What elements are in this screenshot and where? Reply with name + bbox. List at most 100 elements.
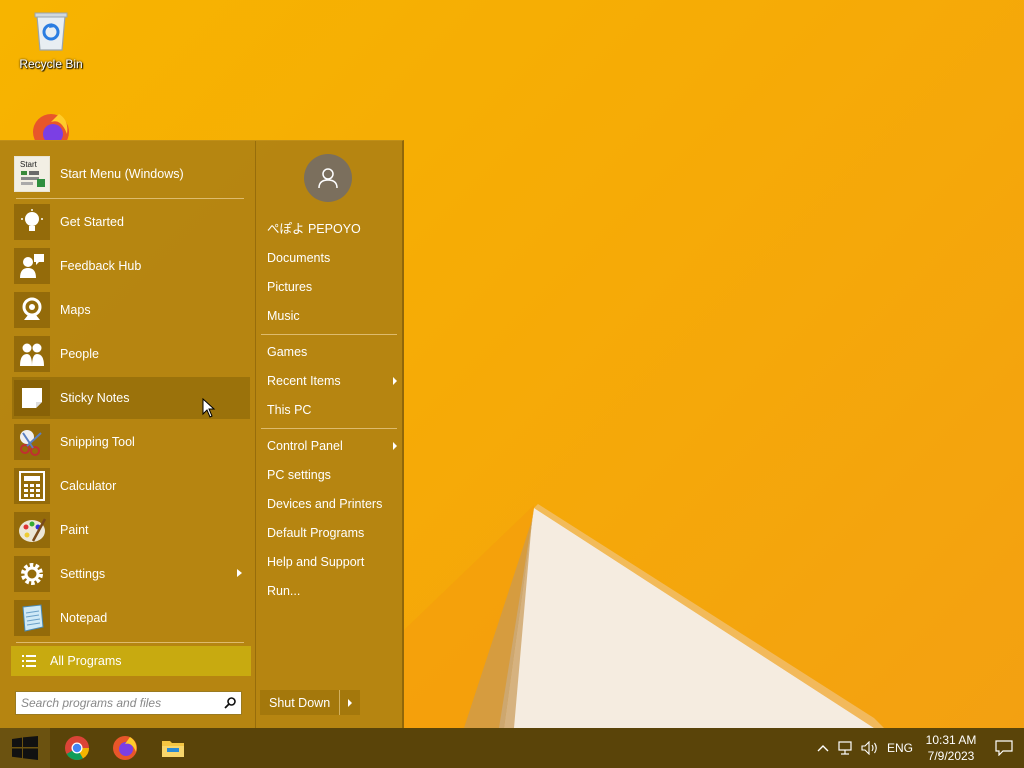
app-item-maps[interactable]: Maps xyxy=(12,289,250,331)
app-label: Settings xyxy=(60,567,106,581)
start-menu-programs-column: Start Start Menu (Windows) Get Started F… xyxy=(0,141,254,729)
clock: 10:31 AM 7/9/2023 xyxy=(920,732,982,764)
user-name-link[interactable]: ぺぽよ PEPOYO xyxy=(267,218,397,240)
app-item-people[interactable]: People xyxy=(12,333,250,375)
control-panel-label: Control Panel xyxy=(267,439,343,453)
gear-icon xyxy=(14,556,50,592)
app-label: Sticky Notes xyxy=(60,391,130,405)
action-center-button[interactable] xyxy=(984,728,1024,768)
app-item-paint[interactable]: Paint xyxy=(12,509,250,551)
wallpaper-shape xyxy=(404,400,1024,728)
chevron-up-icon xyxy=(817,744,829,752)
desktop-icon-recycle-bin[interactable]: Recycle Bin xyxy=(13,8,89,71)
all-programs-label: All Programs xyxy=(50,654,122,668)
calculator-icon xyxy=(14,468,50,504)
separator xyxy=(261,334,397,335)
recent-items-label: Recent Items xyxy=(267,374,341,388)
pc-settings-label: PC settings xyxy=(267,468,331,482)
palette-icon xyxy=(14,512,50,548)
firefox-icon xyxy=(112,735,138,761)
default-programs-label: Default Programs xyxy=(267,526,365,540)
recent-items-link[interactable]: Recent Items xyxy=(267,370,397,392)
input-language-button[interactable]: ENG xyxy=(882,728,918,768)
app-label: Get Started xyxy=(60,215,124,229)
start-menu-pinned-label: Start Menu (Windows) xyxy=(60,167,184,181)
notepad-icon xyxy=(14,600,50,636)
default-programs-link[interactable]: Default Programs xyxy=(267,522,397,544)
music-link[interactable]: Music xyxy=(267,305,397,327)
map-pin-icon xyxy=(14,292,50,328)
show-hidden-icons-button[interactable] xyxy=(812,728,834,768)
desktop-icon-label: Recycle Bin xyxy=(19,57,83,71)
devices-and-printers-link[interactable]: Devices and Printers xyxy=(267,493,397,515)
app-label: Notepad xyxy=(60,611,108,625)
games-link[interactable]: Games xyxy=(267,341,397,363)
search-icon[interactable] xyxy=(219,692,241,714)
start-menu-pinned-item[interactable]: Start Start Menu (Windows) xyxy=(12,153,250,195)
app-item-calculator[interactable]: Calculator xyxy=(12,465,250,507)
svg-text:Start: Start xyxy=(20,160,38,169)
clock-button[interactable]: 10:31 AM 7/9/2023 xyxy=(918,728,984,768)
app-item-feedback-hub[interactable]: Feedback Hub xyxy=(12,245,250,287)
separator xyxy=(16,198,244,199)
devices-and-printers-label: Devices and Printers xyxy=(267,497,383,511)
documents-link[interactable]: Documents xyxy=(267,247,397,269)
submenu-arrow-icon xyxy=(237,569,242,577)
notification-icon xyxy=(995,740,1013,756)
windows-logo-icon xyxy=(12,736,38,760)
app-label: Maps xyxy=(60,303,91,317)
run-label: Run... xyxy=(267,584,301,598)
shutdown-options-button[interactable] xyxy=(339,690,359,715)
mouse-cursor-icon xyxy=(202,397,216,421)
control-panel-link[interactable]: Control Panel xyxy=(267,435,397,457)
app-item-notepad[interactable]: Notepad xyxy=(12,597,250,639)
start-menu-settings-icon: Start xyxy=(14,156,50,192)
shutdown-button[interactable]: Shut Down xyxy=(260,696,339,710)
system-tray: ENG 10:31 AM 7/9/2023 xyxy=(812,728,1024,768)
people-icon xyxy=(14,336,50,372)
all-programs-button[interactable]: All Programs xyxy=(11,646,251,676)
clock-time: 10:31 AM xyxy=(925,733,977,747)
separator xyxy=(16,642,244,643)
speaker-icon xyxy=(861,741,879,755)
pc-settings-link[interactable]: PC settings xyxy=(267,464,397,486)
clock-date: 7/9/2023 xyxy=(927,749,975,763)
help-and-support-link[interactable]: Help and Support xyxy=(267,551,397,573)
volume-button[interactable] xyxy=(858,728,882,768)
app-label: Snipping Tool xyxy=(60,435,135,449)
start-button[interactable] xyxy=(0,728,50,768)
pictures-link[interactable]: Pictures xyxy=(267,276,397,298)
app-label: Paint xyxy=(60,523,89,537)
shutdown-button-group: Shut Down xyxy=(260,690,360,715)
taskbar-file-explorer-button[interactable] xyxy=(149,728,197,768)
separator xyxy=(261,428,397,429)
app-item-get-started[interactable]: Get Started xyxy=(12,201,250,243)
app-label: Feedback Hub xyxy=(60,259,142,273)
desktop-icon-firefox[interactable] xyxy=(13,108,89,150)
this-pc-link[interactable]: This PC xyxy=(267,399,397,421)
help-and-support-label: Help and Support xyxy=(267,555,365,569)
search-box[interactable] xyxy=(15,691,242,715)
taskbar: ENG 10:31 AM 7/9/2023 xyxy=(0,728,1024,768)
taskbar-chrome-button[interactable] xyxy=(53,728,101,768)
app-item-snipping-tool[interactable]: Snipping Tool xyxy=(12,421,250,463)
chrome-icon xyxy=(64,735,90,761)
network-icon xyxy=(838,741,854,755)
search-input[interactable] xyxy=(21,693,219,713)
network-button[interactable] xyxy=(834,728,858,768)
scissors-icon xyxy=(14,424,50,460)
user-avatar-icon[interactable] xyxy=(304,154,352,202)
chevron-right-icon xyxy=(347,698,352,707)
app-item-settings[interactable]: Settings xyxy=(12,553,250,595)
app-label: People xyxy=(60,347,99,361)
run-link[interactable]: Run... xyxy=(267,580,397,602)
taskbar-firefox-button[interactable] xyxy=(101,728,149,768)
app-label: Calculator xyxy=(60,479,117,493)
sticky-note-icon xyxy=(14,380,50,416)
firefox-icon xyxy=(13,108,89,150)
this-pc-label: This PC xyxy=(267,403,312,417)
file-explorer-icon xyxy=(161,738,185,758)
lightbulb-icon xyxy=(14,204,50,240)
start-menu-places-column: ぺぽよ PEPOYO Documents Pictures Music Game… xyxy=(255,141,402,729)
feedback-icon xyxy=(14,248,50,284)
